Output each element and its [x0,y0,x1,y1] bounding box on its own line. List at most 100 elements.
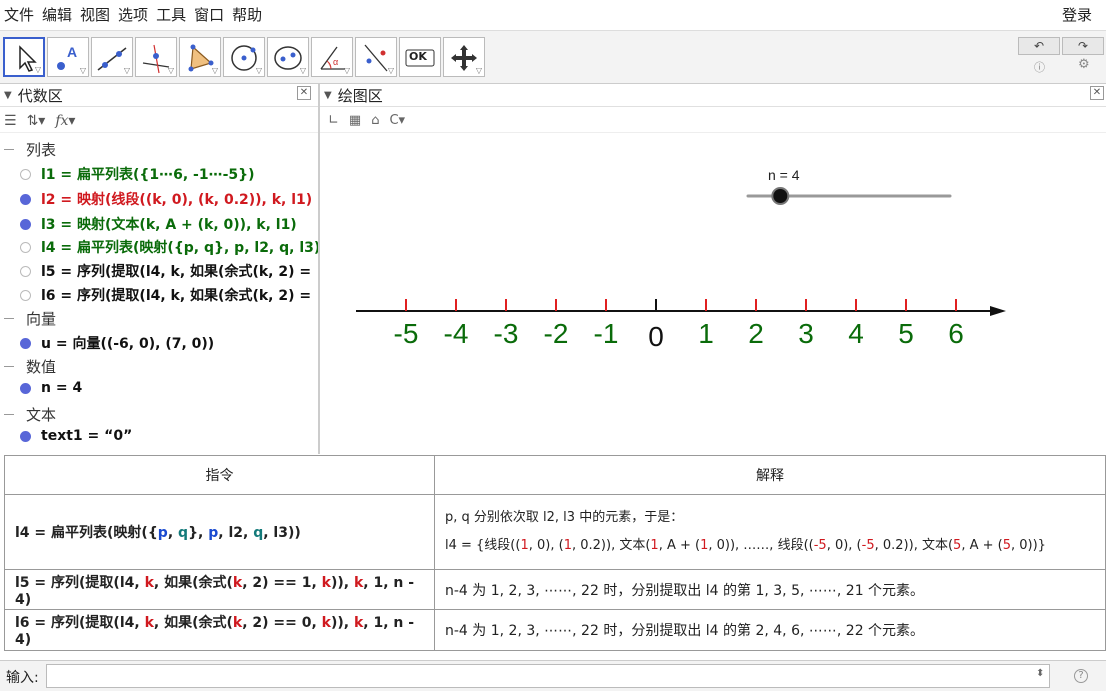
line-tool-button[interactable]: ▽ [91,37,133,77]
input-help-icon[interactable]: ? [1074,669,1088,683]
axes-toggle-icon[interactable]: ∟ [328,113,339,128]
algebra-view-header: ▼ 代数区 ✕ [0,85,318,107]
command-cell: l4 = 扁平列表(映射({p, q}, p, l2, q, l3)) [4,493,435,570]
input-spinner-icon[interactable]: ⬍ [1036,668,1044,679]
list-item-l3[interactable]: l3 = 映射(文本(k, A + (k, 0)), k, l1) [0,212,297,236]
help-icon[interactable]: ⓘ [1034,59,1045,75]
dropdown-triangle-icon: ▽ [79,66,86,75]
close-icon[interactable]: ✕ [1090,86,1104,100]
grid-toggle-icon[interactable]: ▦ [349,113,361,128]
cmd-text: , l2, [218,524,254,541]
menu-help[interactable]: 帮助 [228,0,266,30]
item-text: l4 = 扁平列表(映射({p, q}, p, l2, q, l3)) [41,240,318,256]
sort-icon[interactable]: ⇅▾ [27,113,46,129]
menu-tools[interactable]: 工具 [152,0,190,30]
home-icon[interactable]: ⌂ [371,113,379,128]
category-vector[interactable]: 向量 [0,306,56,330]
visibility-toggle-icon[interactable] [20,265,31,277]
redo-button[interactable]: ↷ [1062,37,1104,55]
list-item-l4[interactable]: l4 = 扁平列表(映射({p, q}, p, l2, q, l3)) [0,235,318,259]
ellipse-tool-button[interactable]: ▽ [267,37,309,77]
list-item-u[interactable]: u = 向量((-6, 0), (7, 0)) [0,331,214,355]
slider-knob[interactable] [771,187,790,205]
move-view-tool-button[interactable]: ▽ [443,37,485,77]
menu-lines-icon[interactable]: ☰ [4,113,17,129]
explanation-fragment: , 0), ( [826,537,862,553]
dropdown-triangle-icon: ▽ [387,66,394,75]
command-input[interactable] [46,664,1050,688]
tick-label: 5 [898,318,914,349]
circle-tool-button[interactable]: ▽ [223,37,265,77]
undo-button[interactable]: ↶ [1018,37,1060,55]
move-tool-button[interactable]: ▽ [3,37,45,77]
perpendicular-tool-button[interactable]: ▽ [135,37,177,77]
button-tool-button[interactable]: OK [399,37,441,77]
list-item-n[interactable]: n = 4 [0,376,82,400]
collapse-triangle-icon[interactable]: ▼ [4,90,12,101]
login-button[interactable]: 登录 [1062,0,1092,30]
visibility-toggle-icon[interactable] [20,289,31,301]
list-item-l6[interactable]: l6 = 序列(提取(l4, k, 如果(余式(k, 2) = [0,283,311,307]
item-text: l6 = 序列(提取(l4, k, 如果(余式(k, 2) = [41,288,312,304]
graphics-view-title: 绘图区 [337,87,383,105]
cmd-var: p [157,524,168,541]
list-item-l2[interactable]: l2 = 映射(线段((k, 0), (k, 0.2)), k, l1) [0,187,312,211]
graphics-view[interactable]: n = 4 0 -5 -4 -3 -2 -1 1 2 3 4 5 6 [320,133,1106,453]
menu-options[interactable]: 选项 [114,0,152,30]
collapse-triangle-icon[interactable]: ▼ [324,90,332,101]
category-list[interactable]: 列表 [0,137,56,161]
tick-label: -4 [444,318,469,349]
list-item-l1[interactable]: l1 = 扁平列表({1⋯6, -1⋯-5}) [0,162,255,186]
dropdown-triangle-icon: ▽ [211,66,218,75]
menu-file[interactable]: 文件 [0,0,38,30]
explanation-fragment: , 0.2)), 文本( [874,537,954,553]
explanation-fragment: , A + ( [658,537,701,553]
menu-view[interactable]: 视图 [76,0,114,30]
explanation-fragment: 5 [1002,537,1011,553]
menu-edit[interactable]: 编辑 [38,0,76,30]
ok-label: OK [409,50,427,63]
list-item-text1[interactable]: text1 = “0” [0,424,132,448]
visibility-toggle-icon[interactable] [20,168,31,180]
cmd-var: k [144,615,154,632]
command-cell: l6 = 序列(提取(l4, k, 如果(余式(k, 2) == 0, k)),… [4,609,435,651]
table-row: l6 = 序列(提取(l4, k, 如果(余式(k, 2) == 0, k)),… [4,609,1106,651]
view-menu-icon[interactable]: C▾ [389,113,405,128]
reflect-tool-button[interactable]: ▽ [355,37,397,77]
visibility-toggle-icon[interactable] [20,193,31,205]
close-icon[interactable]: ✕ [297,86,311,100]
item-text: l3 = 映射(文本(k, A + (k, 0)), k, l1) [41,217,297,233]
fx-icon[interactable]: fx▾ [55,113,75,129]
cmd-var: k [353,574,364,591]
menu-window[interactable]: 窗口 [190,0,228,30]
geogebra-window: 文件 编辑 视图 选项 工具 窗口 帮助 登录 ▽ A ▽ ▽ ▽ ▽ ▽ ▽ … [0,0,1106,691]
visibility-toggle-icon[interactable] [20,337,31,349]
settings-gear-icon[interactable]: ⚙ [1078,57,1090,72]
table-header-row: 指令 解释 [4,455,1106,495]
visibility-toggle-icon[interactable] [20,218,31,230]
item-text: u = 向量((-6, 0), (7, 0)) [41,336,215,352]
point-tool-button[interactable]: A ▽ [47,37,89,77]
explanation-fragment: 1 [563,537,572,553]
category-label: 向量 [26,309,57,328]
cmd-text: , 如果(余式( [153,615,233,632]
category-number[interactable]: 数值 [0,354,56,378]
visibility-toggle-icon[interactable] [20,382,31,394]
cmd-var: k [321,574,331,591]
graphics-canvas[interactable]: n = 4 0 -5 -4 -3 -2 -1 1 2 3 4 5 6 [320,133,1106,453]
category-text[interactable]: 文本 [0,402,56,426]
cmd-text: l4 = 扁平列表(映射({ [15,524,158,541]
category-label: 列表 [26,140,57,159]
algebra-view-title: 代数区 [17,87,63,105]
visibility-toggle-icon[interactable] [20,430,31,442]
polygon-tool-button[interactable]: ▽ [179,37,221,77]
tick-label: -2 [544,318,569,349]
visibility-toggle-icon[interactable] [20,241,31,253]
list-item-l5[interactable]: l5 = 序列(提取(l4, k, 如果(余式(k, 2) = [0,259,311,283]
angle-tool-button[interactable]: α ▽ [311,37,353,77]
tick-label: 1 [698,318,714,349]
explanation-fragment: l4 = {线段(( [445,537,521,553]
svg-text:A: A [67,44,77,60]
cmd-var: p [208,524,219,541]
cmd-text: )), [330,615,354,632]
